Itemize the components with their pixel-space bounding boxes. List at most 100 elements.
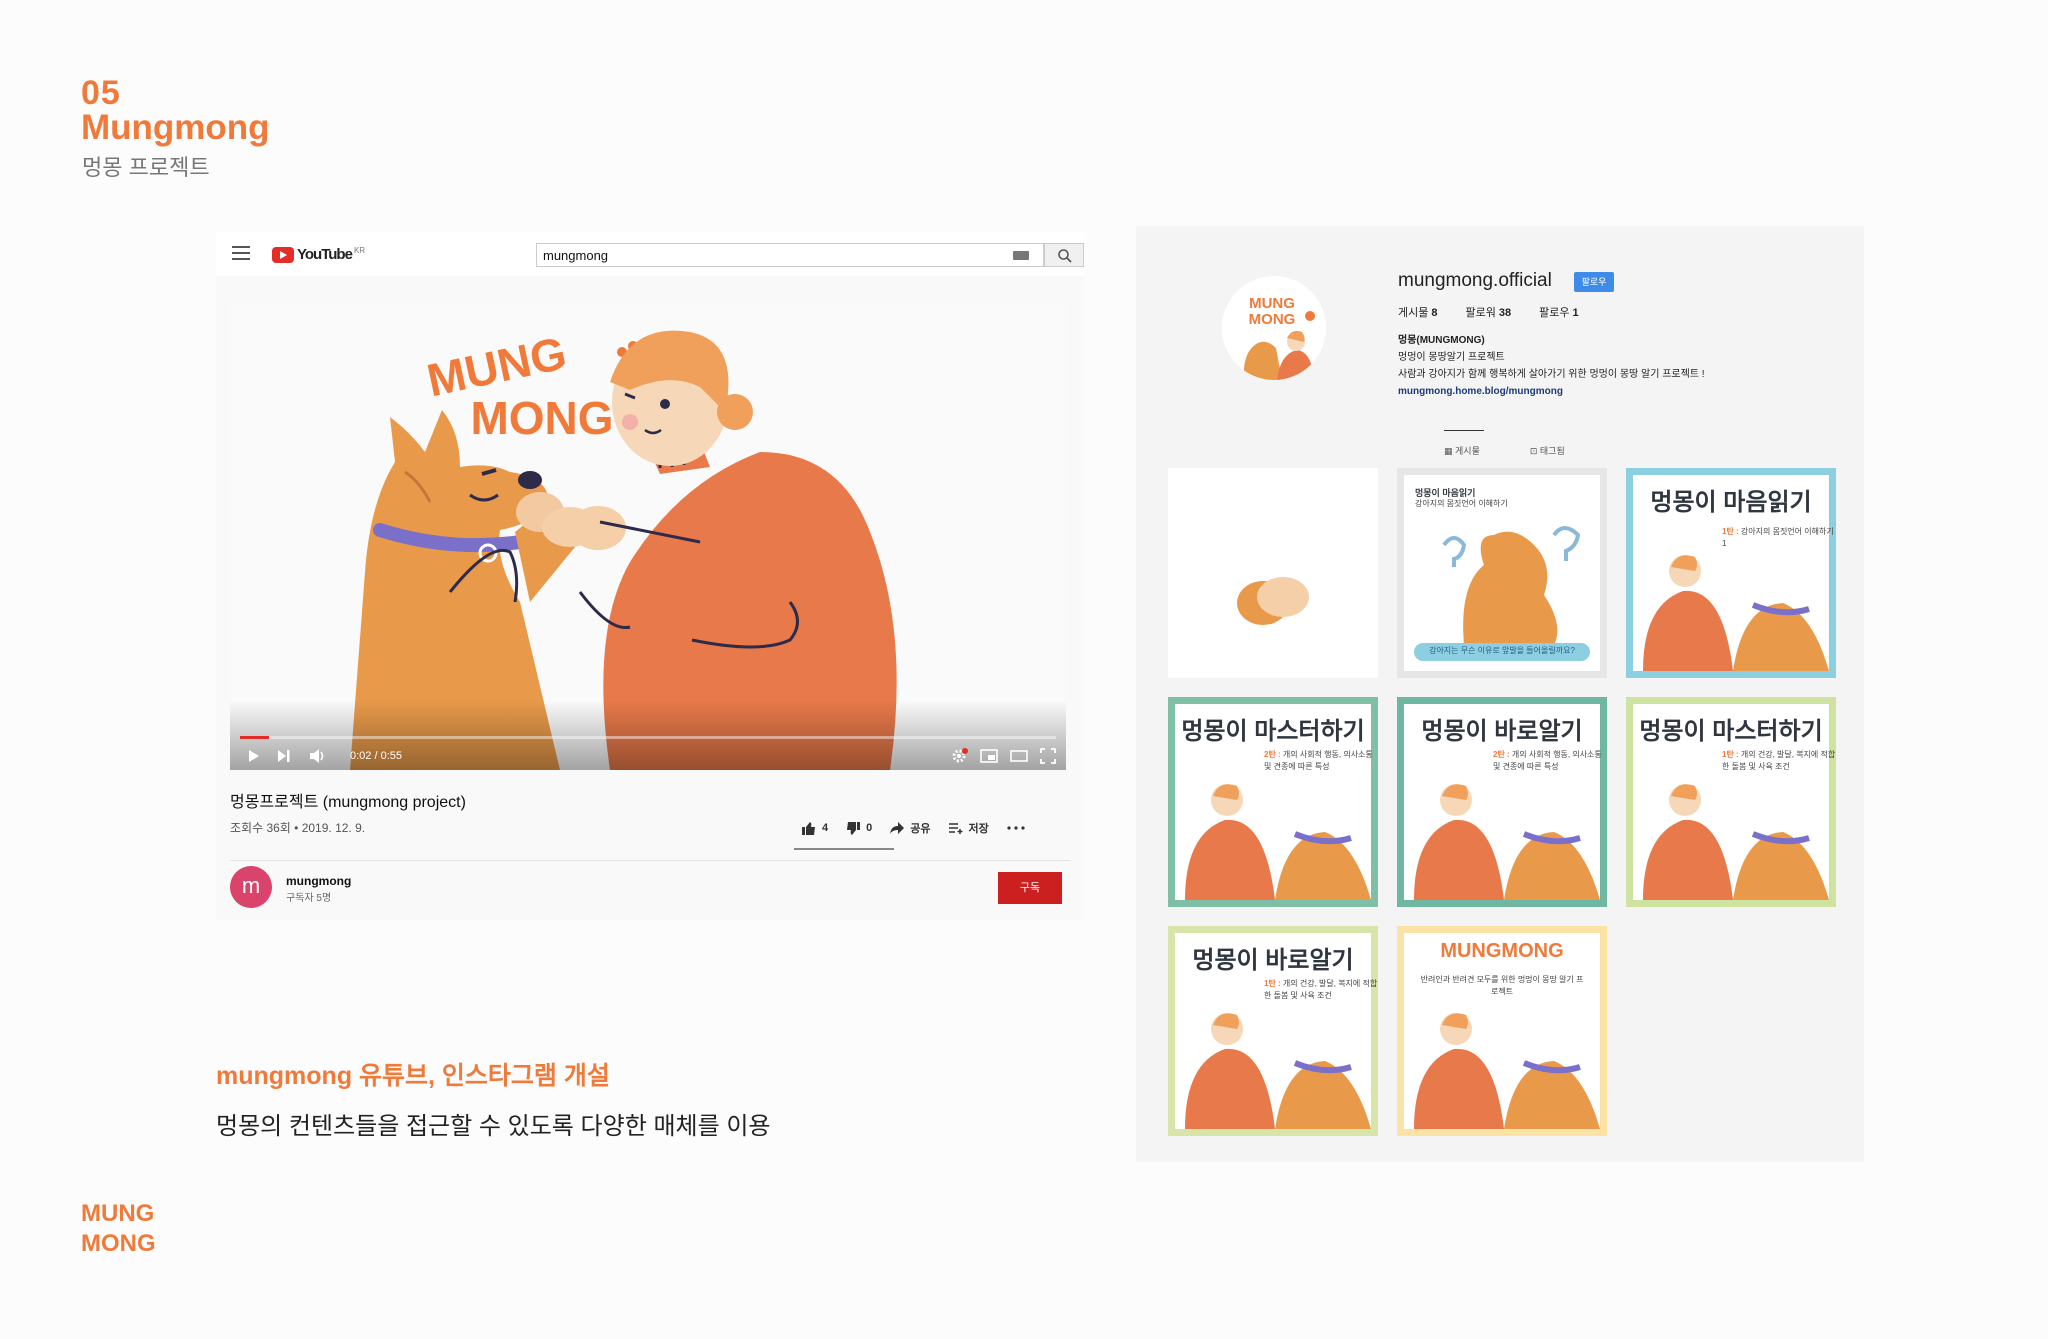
footer-logo-mung: MUNG xyxy=(81,1200,155,1227)
post-part-number: 1탄 : xyxy=(1722,527,1741,536)
section-subtitle: 멍몽 프로젝트 xyxy=(82,155,210,180)
avatar-logo-mung: MUNG xyxy=(1249,295,1295,312)
youtube-logo[interactable]: YouTube KR xyxy=(272,246,365,263)
share-arrow-icon xyxy=(890,822,905,834)
follow-button[interactable]: 팔로우 xyxy=(1574,272,1614,292)
youtube-topbar: YouTube KR mungmong xyxy=(216,232,1084,276)
like-button[interactable]: 4 xyxy=(802,821,829,835)
save-label: 저장 xyxy=(968,823,989,835)
youtube-logo-text: YouTube xyxy=(297,246,353,263)
video-meta: 조회수 36회 • 2019. 12. 9. xyxy=(230,821,366,835)
following-stat[interactable]: 팔로우 1 xyxy=(1539,304,1579,320)
post-part-number: 2탄 : xyxy=(1493,750,1512,759)
video-logo-mong: MONG xyxy=(470,392,613,444)
profile-tabs: ▦ 게시물 ⊡ 태그됨 xyxy=(1444,444,1565,457)
search-button[interactable] xyxy=(1044,243,1084,267)
posts-stat[interactable]: 게시물 8 xyxy=(1398,304,1438,320)
video-time: 0:02 / 0:55 xyxy=(350,750,402,762)
playlist-add-icon xyxy=(948,823,962,834)
like-count: 4 xyxy=(822,822,829,834)
save-button[interactable]: 저장 xyxy=(948,820,989,836)
thumbs-up-icon xyxy=(802,821,815,835)
bio-link[interactable]: mungmong.home.blog/mungmong xyxy=(1398,383,1705,400)
tab-posts-label: 게시물 xyxy=(1455,446,1480,456)
post-illustration xyxy=(1237,577,1309,625)
section-title: Mungmong xyxy=(81,108,270,147)
youtube-play-logo-icon xyxy=(272,246,294,263)
video-progress-fill xyxy=(240,736,270,739)
profile-avatar[interactable]: MUNG MONG xyxy=(1222,276,1326,380)
avatar-logo-mong: MONG xyxy=(1249,311,1296,328)
tab-posts[interactable]: ▦ 게시물 xyxy=(1444,444,1480,457)
following-count: 1 xyxy=(1572,307,1579,319)
post-bottom-caption: 강아지는 무슨 이유로 앞발을 들어올릴까요? xyxy=(1429,646,1575,655)
post-subtitle: 2탄 : 개의 사회적 행동, 의사소통 및 견종에 따른 특성 xyxy=(1493,749,1607,773)
post-subtitle-text: 반려인과 반려견 모두를 위한 멍멍이 몽땅 알기 프로젝트 xyxy=(1420,975,1584,996)
share-button[interactable]: 공유 xyxy=(890,820,931,836)
settings-gear-icon[interactable] xyxy=(950,748,968,764)
bio-name: 멍몽(MUNGMONG) xyxy=(1398,335,1485,346)
followers-label: 팔로워 xyxy=(1465,307,1496,319)
post-title: MUNGMONG xyxy=(1440,940,1564,962)
posts-count: 8 xyxy=(1431,307,1438,319)
caption-title: mungmong 유튜브, 인스타그램 개설 xyxy=(216,1062,610,1090)
tag-icon: ⊡ xyxy=(1529,446,1540,456)
channel-avatar[interactable]: m xyxy=(230,866,272,908)
play-icon[interactable] xyxy=(246,748,262,764)
thumbs-down-icon xyxy=(847,821,861,835)
posts-label: 게시물 xyxy=(1398,307,1429,319)
volume-icon[interactable] xyxy=(308,748,326,764)
followers-count: 38 xyxy=(1498,307,1512,319)
post-part-number: 1탄 : xyxy=(1722,750,1741,759)
post-title: 멍몽이 마스터하기 xyxy=(1639,718,1823,745)
post-subtitle: 1탄 : 개의 건강, 발달, 복지에 적합한 돌봄 및 사육 조건 xyxy=(1722,749,1836,773)
post-tile[interactable]: 멍몽이 바로알기 1탄 : 개의 건강, 발달, 복지에 적합한 돌봄 및 사육 … xyxy=(1168,926,1378,1136)
video-controls: 0:02 / 0:55 xyxy=(230,742,1066,770)
share-label: 공유 xyxy=(910,823,931,835)
hamburger-menu-icon[interactable] xyxy=(232,246,250,260)
youtube-screenshot: YouTube KR mungmong MUNG MONG 0:02 / 0:5… xyxy=(216,232,1084,920)
post-tile[interactable]: 멍몽이 마음읽기 1탄 : 강아지의 몸짓언어 이해하기 1 xyxy=(1626,468,1836,678)
post-tile[interactable]: 멍몽이 마음읽기 강아지의 몸짓언어 이해하기 강아지는 무슨 이유로 앞발을 들어… xyxy=(1397,468,1607,678)
post-title: 멍몽이 바로알기 xyxy=(1421,718,1583,745)
video-actions: 4 0 공유 저장 xyxy=(802,820,1025,836)
post-tile[interactable] xyxy=(1168,468,1378,678)
followers-stat[interactable]: 팔로워 38 xyxy=(1466,304,1512,320)
dislike-button[interactable]: 0 xyxy=(846,821,872,835)
subscriber-count: 구독자 5명 xyxy=(286,893,332,904)
profile-username: mungmong.official xyxy=(1398,270,1552,291)
bio-line-2: 사람과 강아지가 함께 행복하게 살아가기 위한 멍멍이 몽땅 알기 프로젝트 … xyxy=(1398,369,1705,380)
footer-logo-mong: MONG xyxy=(81,1230,156,1257)
miniplayer-icon[interactable] xyxy=(980,748,998,764)
post-part-number: 1탄 : xyxy=(1264,979,1283,988)
following-label: 팔로우 xyxy=(1539,307,1570,319)
post-tile[interactable]: 멍몽이 바로알기 2탄 : 개의 사회적 행동, 의사소통 및 견종에 따른 특성 xyxy=(1397,697,1607,907)
post-title: 멍몽이 마음읽기 xyxy=(1650,489,1812,516)
bio-line-1: 멍멍이 몽땅알기 프로젝트 xyxy=(1398,352,1505,363)
more-dots-icon xyxy=(1007,826,1025,830)
profile-bio: 멍몽(MUNGMONG) 멍멍이 몽땅알기 프로젝트 사람과 강아지가 함께 행… xyxy=(1398,332,1705,400)
post-tile[interactable]: 멍몽이 마스터하기 1탄 : 개의 건강, 발달, 복지에 적합한 돌봄 및 사육… xyxy=(1626,697,1836,907)
subscribe-button[interactable]: 구독 xyxy=(998,872,1062,904)
next-icon[interactable] xyxy=(276,748,292,764)
video-progress-bar[interactable] xyxy=(240,736,1056,739)
keyboard-icon[interactable] xyxy=(1013,251,1029,260)
video-player[interactable]: MUNG MONG 0:02 / 0:55 xyxy=(230,302,1066,770)
channel-name[interactable]: mungmong xyxy=(286,874,351,888)
search-input[interactable]: mungmong xyxy=(536,243,1044,267)
active-tab-indicator xyxy=(1444,430,1484,431)
post-tile[interactable]: 멍몽이 마스터하기 2탄 : 개의 사회적 행동, 의사소통 및 견종에 따른 특… xyxy=(1168,697,1378,907)
post-tile[interactable]: MUNGMONG 반려인과 반려견 모두를 위한 멍멍이 몽땅 알기 프로젝트 xyxy=(1397,926,1607,1136)
tab-tagged[interactable]: ⊡ 태그됨 xyxy=(1530,444,1565,457)
video-title: 멍몽프로젝트 (mungmong project) xyxy=(230,794,466,811)
theater-mode-icon[interactable] xyxy=(1010,748,1028,764)
tab-tagged-label: 태그됨 xyxy=(1539,446,1565,456)
post-subtitle: 2탄 : 개의 사회적 행동, 의사소통 및 견종에 따른 특성 xyxy=(1264,749,1378,773)
post-part-number: 2탄 : xyxy=(1264,750,1283,759)
divider xyxy=(230,860,1070,861)
more-options-button[interactable] xyxy=(1007,826,1025,830)
youtube-region: KR xyxy=(353,246,366,255)
fullscreen-icon[interactable] xyxy=(1040,748,1056,764)
post-subtitle: 강아지의 몸짓언어 이해하기 xyxy=(1415,498,1508,510)
post-subtitle: 1탄 : 강아지의 몸짓언어 이해하기 1 xyxy=(1722,526,1836,550)
